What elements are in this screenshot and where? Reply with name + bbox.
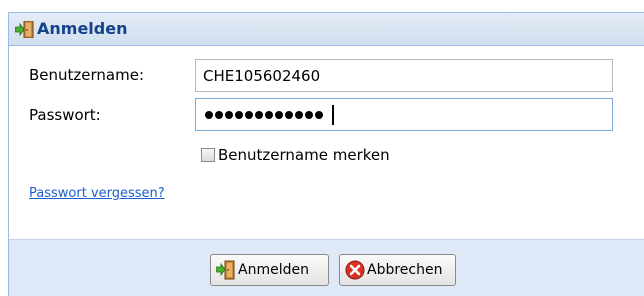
password-field[interactable]	[195, 98, 613, 131]
password-label: Passwort:	[29, 106, 101, 124]
login-button-label: Anmelden	[238, 262, 309, 278]
password-dot	[305, 111, 313, 119]
username-field[interactable]	[195, 59, 613, 92]
login-dialog: Anmelden Benutzername: Passwort: Benutze…	[8, 12, 644, 296]
password-dot	[255, 111, 263, 119]
dialog-titlebar: Anmelden	[9, 13, 644, 46]
password-dot	[265, 111, 273, 119]
remember-username-row[interactable]: Benutzername merken	[201, 146, 390, 164]
password-dot	[215, 111, 223, 119]
remember-username-label[interactable]: Benutzername merken	[218, 146, 390, 164]
password-dot	[295, 111, 303, 119]
password-dot	[275, 111, 283, 119]
password-dot	[205, 111, 213, 119]
cancel-button[interactable]: Abbrechen	[339, 254, 456, 286]
login-door-icon	[216, 260, 235, 280]
password-dot	[245, 111, 253, 119]
cancel-button-label: Abbrechen	[367, 262, 443, 278]
remember-username-checkbox[interactable]	[201, 148, 215, 162]
username-label: Benutzername:	[29, 66, 145, 84]
dialog-title: Anmelden	[37, 19, 128, 38]
text-caret	[332, 105, 334, 125]
forgot-password-link[interactable]: Passwort vergessen?	[29, 186, 165, 201]
password-dot	[225, 111, 233, 119]
password-dot	[285, 111, 293, 119]
red-x-icon	[345, 260, 365, 280]
password-dot	[315, 111, 323, 119]
dialog-footer: Anmelden Abbrechen	[9, 239, 644, 296]
login-button[interactable]: Anmelden	[210, 254, 329, 286]
form-body: Benutzername: Passwort: Benutzername mer…	[9, 46, 644, 239]
password-dot	[235, 111, 243, 119]
login-door-icon	[15, 21, 34, 38]
password-mask	[205, 109, 323, 121]
